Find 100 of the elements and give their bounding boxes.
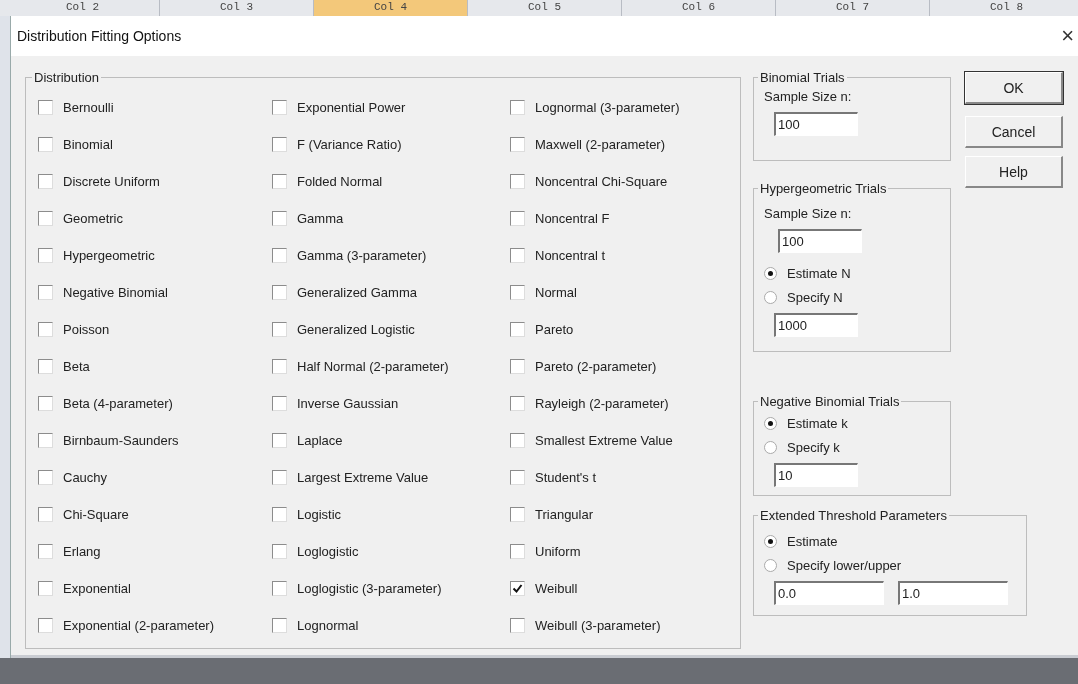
checkbox-label[interactable]: Negative Binomial [63, 285, 168, 300]
checkbox-label[interactable]: Bernoulli [63, 100, 114, 115]
checkbox[interactable] [510, 581, 525, 596]
checkbox[interactable] [272, 100, 287, 115]
checkbox-label[interactable]: Normal [535, 285, 577, 300]
checkbox-label[interactable]: Gamma (3-parameter) [297, 248, 427, 263]
checkbox[interactable] [510, 470, 525, 485]
checkbox[interactable] [38, 100, 53, 115]
checkbox[interactable] [510, 433, 525, 448]
checkbox[interactable] [272, 433, 287, 448]
column-header[interactable]: Col 4 [314, 0, 468, 16]
checkbox-label[interactable]: Weibull (3-parameter) [535, 618, 661, 633]
input-field[interactable]: 10 [774, 463, 858, 487]
checkbox-label[interactable]: Uniform [535, 544, 581, 559]
radio-button[interactable] [764, 440, 777, 454]
checkbox-label[interactable]: Largest Extreme Value [297, 470, 429, 485]
dialog-button[interactable]: Help [965, 156, 1063, 188]
checkbox-label[interactable]: Exponential [63, 581, 131, 596]
checkbox-label[interactable]: Birnbaum-Saunders [63, 433, 179, 448]
checkbox-label[interactable]: Weibull [535, 581, 578, 596]
checkbox[interactable] [510, 100, 525, 115]
checkbox-label[interactable]: Triangular [535, 507, 594, 522]
checkbox-label[interactable]: Exponential (2-parameter) [63, 618, 215, 633]
checkbox[interactable] [38, 322, 53, 337]
checkbox[interactable] [272, 248, 287, 263]
checkbox-label[interactable]: Smallest Extreme Value [535, 433, 673, 448]
checkbox-label[interactable]: Lognormal [297, 618, 359, 633]
checkbox-label[interactable]: Gamma [297, 211, 344, 226]
checkbox-label[interactable]: Generalized Gamma [297, 285, 417, 300]
input-field[interactable]: 100 [778, 229, 862, 253]
checkbox-label[interactable]: Maxwell (2-parameter) [535, 137, 666, 152]
checkbox[interactable] [272, 137, 287, 152]
close-button[interactable]: × [1061, 25, 1074, 47]
checkbox[interactable] [38, 581, 53, 596]
checkbox[interactable] [510, 396, 525, 411]
checkbox-label[interactable]: Half Normal (2-parameter) [297, 359, 449, 374]
checkbox[interactable] [510, 285, 525, 300]
checkbox[interactable] [272, 470, 287, 485]
checkbox[interactable] [38, 248, 53, 263]
checkbox[interactable] [38, 137, 53, 152]
checkbox[interactable] [272, 322, 287, 337]
checkbox[interactable] [38, 507, 53, 522]
checkbox[interactable] [272, 507, 287, 522]
checkbox-label[interactable]: Noncentral Chi-Square [535, 174, 668, 189]
input-field[interactable]: 1000 [774, 313, 858, 337]
input-field[interactable]: 0.0 [774, 581, 884, 605]
radio-label[interactable]: Estimate [787, 533, 838, 549]
checkbox[interactable] [38, 359, 53, 374]
radio-button[interactable] [764, 416, 777, 430]
input-field[interactable]: 100 [774, 112, 858, 136]
checkbox[interactable] [510, 507, 525, 522]
checkbox-label[interactable]: Student's t [535, 470, 597, 485]
checkbox[interactable] [510, 211, 525, 226]
checkbox-label[interactable]: Logistic [297, 507, 342, 522]
input-field[interactable]: 1.0 [898, 581, 1008, 605]
dialog-button[interactable]: Cancel [965, 116, 1063, 148]
radio-label[interactable]: Estimate k [787, 415, 848, 431]
radio-button[interactable] [764, 290, 777, 304]
checkbox-label[interactable]: Chi-Square [63, 507, 129, 522]
checkbox-label[interactable]: Binomial [63, 137, 113, 152]
radio-label[interactable]: Specify lower/upper [787, 557, 902, 573]
checkbox-label[interactable]: Poisson [63, 322, 110, 337]
checkbox[interactable] [272, 396, 287, 411]
checkbox-label[interactable]: Inverse Gaussian [297, 396, 399, 411]
checkbox-label[interactable]: Erlang [63, 544, 101, 559]
checkbox[interactable] [38, 433, 53, 448]
checkbox[interactable] [38, 174, 53, 189]
checkbox[interactable] [510, 137, 525, 152]
checkbox[interactable] [510, 248, 525, 263]
checkbox[interactable] [272, 174, 287, 189]
checkbox[interactable] [38, 618, 53, 633]
checkbox-label[interactable]: Folded Normal [297, 174, 383, 189]
checkbox[interactable] [38, 396, 53, 411]
checkbox-label[interactable]: Noncentral t [535, 248, 606, 263]
checkbox-label[interactable]: Cauchy [63, 470, 108, 485]
checkbox-label[interactable]: Loglogistic [297, 544, 359, 559]
checkbox[interactable] [272, 544, 287, 559]
radio-label[interactable]: Specify N [787, 289, 843, 305]
checkbox[interactable] [38, 544, 53, 559]
checkbox-label[interactable]: Geometric [63, 211, 123, 226]
checkbox[interactable] [272, 359, 287, 374]
checkbox[interactable] [510, 322, 525, 337]
radio-button[interactable] [764, 534, 777, 548]
checkbox-label[interactable]: Pareto [535, 322, 574, 337]
radio-button[interactable] [764, 558, 777, 572]
checkbox-label[interactable]: Discrete Uniform [63, 174, 160, 189]
radio-button[interactable] [764, 266, 777, 280]
checkbox[interactable] [272, 618, 287, 633]
checkbox[interactable] [510, 544, 525, 559]
checkbox[interactable] [38, 285, 53, 300]
checkbox-label[interactable]: F (Variance Ratio) [297, 137, 402, 152]
checkbox-label[interactable]: Lognormal (3-parameter) [535, 100, 680, 115]
checkbox-label[interactable]: Beta (4-parameter) [63, 396, 173, 411]
radio-label[interactable]: Estimate N [787, 265, 851, 281]
dialog-button[interactable]: OK [965, 72, 1063, 104]
checkbox[interactable] [510, 359, 525, 374]
checkbox[interactable] [272, 581, 287, 596]
checkbox-label[interactable]: Loglogistic (3-parameter) [297, 581, 442, 596]
checkbox-label[interactable]: Generalized Logistic [297, 322, 415, 337]
checkbox[interactable] [38, 211, 53, 226]
